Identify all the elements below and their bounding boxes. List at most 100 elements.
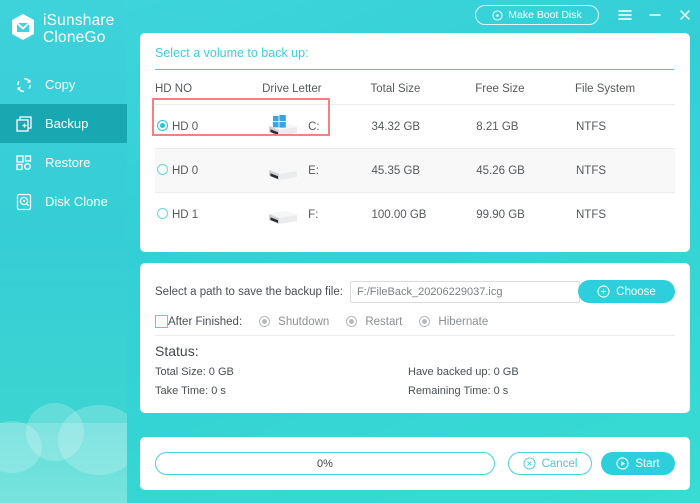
option-label: Hibernate: [438, 315, 489, 328]
option-label: Restart: [365, 315, 403, 328]
drive-letter-label: F:: [308, 208, 319, 221]
drive-icon: [269, 210, 298, 224]
drive-letter-label: E:: [308, 164, 319, 177]
system-drive-icon: [269, 114, 298, 136]
shield-logo-icon: [12, 14, 34, 40]
cell-free-size: 45.26 GB: [476, 164, 525, 177]
brand: iSunshare CloneGo: [0, 0, 127, 46]
shutdown-radio[interactable]: [259, 316, 271, 327]
status-title: Status:: [155, 343, 199, 359]
volume-selection-panel: Select a volume to back up: HD NO Drive …: [140, 33, 690, 252]
cell-hd-no: HD 1: [155, 193, 262, 237]
divider: [155, 69, 674, 70]
brand-line-2: CloneGo: [43, 29, 106, 46]
cancel-label: Cancel: [541, 457, 578, 470]
plus-circle-icon: [597, 285, 610, 298]
path-label: Select a path to save the backup file:: [155, 286, 343, 298]
column-header-file-system: File System: [575, 83, 636, 95]
divider: [155, 335, 675, 336]
volume-table: HD NO Drive Letter Total Size Free Size …: [155, 77, 675, 236]
sidebar: iSunshare CloneGo Copy Backup Restore Di…: [0, 0, 127, 503]
hibernate-radio[interactable]: [419, 316, 431, 327]
cell-drive-letter: F:: [262, 193, 370, 237]
column-header-total-size: Total Size: [370, 83, 421, 95]
backup-path-input[interactable]: [349, 281, 580, 303]
column-header-hd-no: HD NO: [155, 83, 193, 95]
cell-hd-no: HD 0: [155, 105, 262, 149]
option-label: Shutdown: [278, 315, 330, 328]
progress-label: 0%: [317, 457, 333, 470]
sidebar-item-label: Copy: [45, 77, 76, 92]
status-remaining-time: Remaining Time: 0 s: [408, 385, 509, 397]
disk-clone-icon: [16, 193, 32, 210]
status-take-time: Take Time: 0 s: [155, 385, 226, 397]
disc-icon: [492, 9, 503, 21]
after-finished-label: After Finished:: [168, 315, 243, 328]
make-boot-disk-label: Make Boot Disk: [508, 9, 582, 21]
table-row[interactable]: HD 1 F: 100.00 GB 99.90 GB NTFS: [155, 192, 675, 237]
start-label: Start: [635, 457, 660, 470]
cell-file-system: NTFS: [576, 164, 607, 177]
sidebar-item-label: Disk Clone: [45, 194, 108, 209]
volume-radio[interactable]: [157, 208, 168, 219]
play-circle-icon: [616, 457, 629, 470]
path-row: Select a path to save the backup file:: [155, 281, 580, 303]
sidebar-item-backup[interactable]: Backup: [0, 104, 127, 143]
hd-no-label: HD 0: [172, 165, 199, 177]
restart-radio[interactable]: [346, 316, 358, 327]
cell-file-system: NTFS: [576, 120, 607, 133]
cell-total-size: 34.32 GB: [371, 120, 421, 133]
action-bar-panel: 0% Cancel Start: [140, 437, 690, 490]
hd-no-label: HD 1: [172, 209, 199, 221]
choose-button[interactable]: Choose: [578, 280, 675, 303]
drive-icon: [269, 166, 298, 180]
backup-icon: [16, 115, 32, 132]
cell-hd-no: HD 0: [155, 149, 262, 193]
cell-file-system: NTFS: [576, 208, 607, 221]
table-header-row: HD NO Drive Letter Total Size Free Size …: [155, 77, 675, 105]
cell-total-size: 45.35 GB: [371, 164, 421, 177]
cell-drive-letter: E:: [262, 149, 370, 193]
after-finished-checkbox[interactable]: [155, 315, 168, 328]
option-restart[interactable]: Restart: [346, 316, 402, 328]
table-row[interactable]: HD 0 E: 45.35 GB 45.26 GB NTFS: [155, 148, 675, 193]
status-total-size: Total Size: 0 GB: [155, 366, 234, 378]
progress-bar: 0%: [155, 452, 495, 475]
close-icon[interactable]: [674, 4, 696, 26]
make-boot-disk-button[interactable]: Make Boot Disk: [475, 5, 599, 25]
volume-radio[interactable]: [157, 164, 168, 175]
column-header-drive-letter: Drive Letter: [262, 83, 322, 95]
drive-letter-label: C:: [308, 120, 320, 133]
minimize-icon[interactable]: [644, 4, 666, 26]
option-shutdown[interactable]: Shutdown: [259, 316, 329, 328]
after-finished-row: After Finished: Shutdown Restart Hiberna…: [155, 315, 488, 328]
start-button[interactable]: Start: [601, 452, 675, 475]
status-have-backed-up: Have backed up: 0 GB: [408, 366, 519, 378]
application-window: iSunshare CloneGo Copy Backup Restore Di…: [0, 0, 700, 503]
hd-no-label: HD 0: [172, 121, 199, 133]
cell-total-size: 100.00 GB: [371, 208, 427, 221]
close-circle-icon: [523, 457, 536, 470]
column-header-free-size: Free Size: [475, 83, 525, 95]
cancel-button[interactable]: Cancel: [508, 452, 592, 475]
title-bar: Make Boot Disk: [127, 0, 700, 33]
sidebar-item-restore[interactable]: Restore: [0, 143, 127, 182]
sidebar-item-copy[interactable]: Copy: [0, 65, 127, 104]
sidebar-nav: Copy Backup Restore Disk Clone: [0, 65, 127, 221]
restore-icon: [16, 154, 32, 170]
backup-path-panel: Select a path to save the backup file: C…: [140, 263, 690, 413]
volume-radio[interactable]: [157, 120, 168, 131]
brand-name: iSunshare CloneGo: [43, 12, 115, 46]
cell-drive-letter: C:: [262, 105, 370, 149]
hamburger-menu-icon[interactable]: [614, 4, 636, 26]
brand-line-1: iSunshare: [43, 12, 115, 29]
cell-free-size: 8.21 GB: [476, 120, 519, 133]
volume-table-body: HD 0 C: 34.32 GB 8.21 GB NTFS HD 0 E: 45…: [155, 104, 675, 237]
table-row[interactable]: HD 0 C: 34.32 GB 8.21 GB NTFS: [155, 104, 675, 149]
option-hibernate[interactable]: Hibernate: [419, 316, 488, 328]
volume-panel-title: Select a volume to back up:: [155, 46, 309, 60]
sidebar-item-label: Backup: [45, 116, 89, 131]
sidebar-item-disk-clone[interactable]: Disk Clone: [0, 182, 127, 221]
choose-label: Choose: [616, 285, 656, 298]
volume-table-header: HD NO Drive Letter Total Size Free Size …: [155, 77, 675, 105]
